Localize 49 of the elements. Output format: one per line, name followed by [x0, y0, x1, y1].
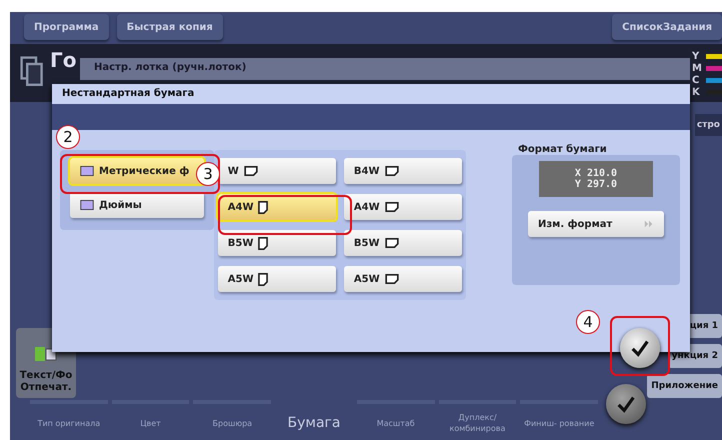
paper-size-button[interactable]: A4W: [218, 194, 336, 220]
unit-button[interactable]: Метрические ф: [70, 158, 204, 184]
paper-size-button[interactable]: W: [218, 158, 336, 184]
ok-button[interactable]: [620, 328, 660, 368]
menu-button[interactable]: Программа: [24, 14, 109, 40]
highlight-frame: [610, 316, 670, 376]
ok-button[interactable]: [606, 384, 646, 424]
toner-label: K: [692, 86, 701, 98]
function-tab[interactable]: Дуплекс/ комбинирова: [438, 400, 516, 440]
toner-label: Y: [692, 50, 700, 62]
unit-icon: [80, 166, 94, 176]
unit-icon: [80, 200, 94, 210]
function-tab[interactable]: Финиш- рование: [520, 400, 598, 440]
unit-button[interactable]: Дюймы: [70, 192, 204, 218]
paper-size-button[interactable]: A4W: [344, 194, 462, 220]
function-tab[interactable]: Масштаб: [356, 400, 435, 440]
landscape-paper-icon: [384, 202, 399, 212]
landscape-paper-icon: [244, 166, 258, 176]
dialog-title: Нестандартная бумага: [52, 84, 690, 104]
change-format-button[interactable]: Изм. формат: [528, 211, 664, 237]
menu-button[interactable]: Быстрая копия: [116, 14, 223, 40]
paper-size-button[interactable]: A5W: [218, 266, 336, 292]
landscape-paper-icon: [384, 166, 398, 176]
document-icon: [34, 346, 58, 362]
format-x: X 210.0: [574, 168, 618, 179]
toner-label: M: [692, 62, 702, 74]
toner-label: C: [692, 74, 700, 86]
paper-size-button[interactable]: B5W: [344, 230, 462, 256]
format-label: Формат бумаги: [517, 144, 608, 155]
format-y: Y 297.0: [574, 179, 618, 190]
portrait-paper-icon: [258, 236, 268, 250]
landscape-paper-icon: [384, 238, 398, 248]
paper-size-button[interactable]: B4W: [344, 158, 462, 184]
double-arrow-icon: [644, 220, 654, 228]
tray-dialog-title: Настр. лотка (ручн.лоток): [80, 58, 690, 80]
job-list-button[interactable]: СписокЗадания: [612, 14, 722, 40]
function-tab[interactable]: Брошюра: [193, 400, 272, 440]
portrait-paper-icon: [258, 272, 268, 286]
paper-size-button[interactable]: A5W: [344, 266, 462, 292]
landscape-paper-icon: [384, 274, 399, 284]
copy-icon: [20, 56, 44, 88]
function-tab[interactable]: Тип оригинала: [30, 400, 108, 440]
status-title: Го: [50, 48, 76, 72]
portrait-paper-icon: [258, 200, 268, 214]
side-tab[interactable]: стро: [694, 114, 722, 136]
function-button[interactable]: Приложение: [647, 374, 722, 398]
paper-size-button[interactable]: B5W: [218, 230, 336, 256]
function-tab[interactable]: Бумага: [275, 400, 353, 440]
function-tab[interactable]: Цвет: [112, 400, 190, 440]
